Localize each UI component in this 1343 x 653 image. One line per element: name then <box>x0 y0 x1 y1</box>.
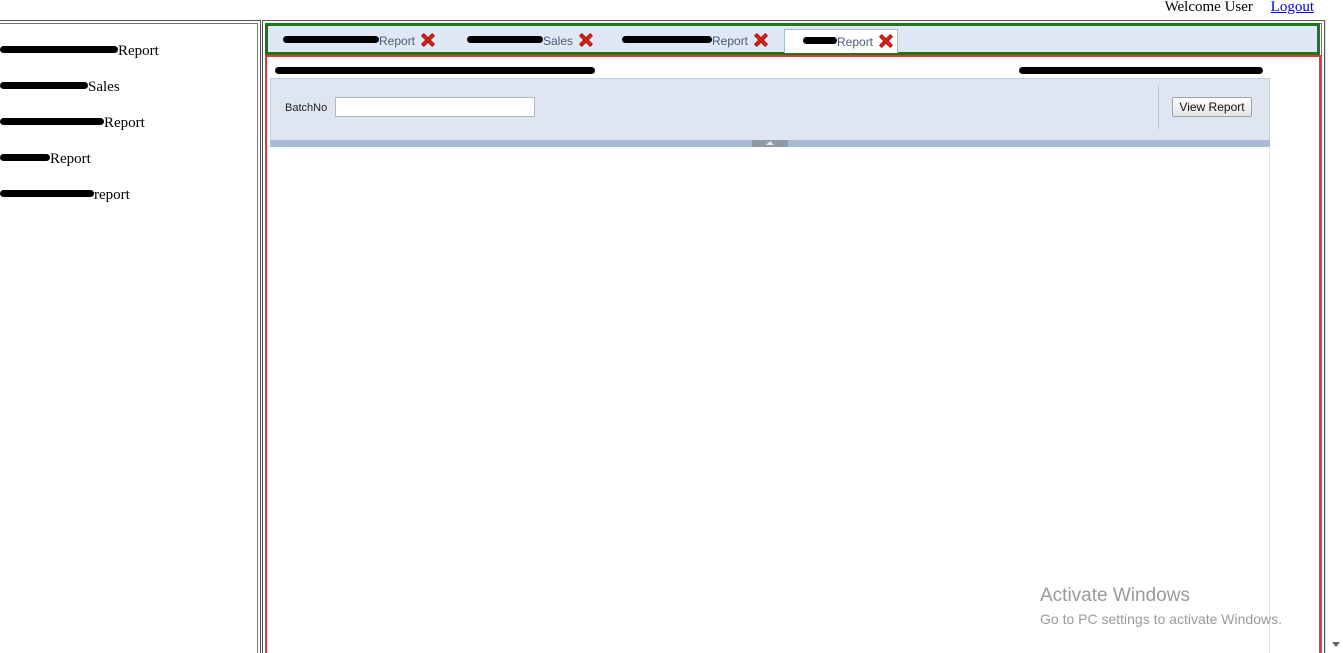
sidebar: Report Sales Report Report report <box>0 20 261 653</box>
sidebar-item-2[interactable]: Sales <box>0 78 120 96</box>
breadcrumb <box>275 61 1263 77</box>
tab-strip: Report Sales Report Report <box>265 23 1320 55</box>
tab-label: Report <box>379 34 416 48</box>
redacted-text <box>0 46 118 54</box>
redacted-text <box>0 154 50 162</box>
redacted-text <box>0 190 94 198</box>
tab-label: Report <box>837 35 874 49</box>
redacted-text <box>1019 67 1263 74</box>
sidebar-item-5[interactable]: report <box>0 186 130 204</box>
tab-3[interactable]: Report <box>622 29 768 53</box>
tab-label: Sales <box>543 34 574 48</box>
redacted-text <box>0 82 88 90</box>
close-icon[interactable] <box>421 33 435 47</box>
sidebar-item-4[interactable]: Report <box>0 150 91 168</box>
view-report-button[interactable]: View Report <box>1172 97 1252 117</box>
parameter-panel: BatchNo View Report <box>270 78 1270 141</box>
redacted-text <box>622 36 712 44</box>
watermark-title: Activate Windows <box>1040 585 1190 606</box>
scroll-down-arrow-icon[interactable] <box>1332 642 1340 647</box>
report-viewer <box>270 147 1270 653</box>
sidebar-item-label: Report <box>104 115 145 131</box>
tab-label: Report <box>712 34 749 48</box>
tab-2[interactable]: Sales <box>467 29 593 53</box>
redacted-text <box>275 67 595 74</box>
activation-watermark: Activate Windows Go to PC settings to ac… <box>1040 585 1282 629</box>
panel-divider <box>1158 85 1159 129</box>
tab-4-active[interactable]: Report <box>784 29 899 53</box>
redacted-text <box>467 36 543 44</box>
sidebar-item-3[interactable]: Report <box>0 114 145 132</box>
collapse-up-icon[interactable] <box>752 140 788 147</box>
redacted-text <box>803 37 837 45</box>
sidebar-item-label: Report <box>118 43 159 59</box>
report-content: BatchNo View Report <box>265 55 1321 653</box>
welcome-bar: Welcome User Logout <box>1164 0 1314 15</box>
close-icon[interactable] <box>879 34 893 48</box>
batchno-input[interactable] <box>335 97 535 117</box>
redacted-text <box>0 118 104 126</box>
redacted-text <box>283 36 379 44</box>
watermark-subtitle: Go to PC settings to activate Windows. <box>1040 611 1282 627</box>
batchno-label: BatchNo <box>285 102 328 114</box>
sidebar-item-label: report <box>94 187 130 203</box>
collapse-bar <box>270 140 1270 147</box>
sidebar-item-1[interactable]: Report <box>0 42 159 60</box>
tab-1[interactable]: Report <box>283 29 435 53</box>
close-icon[interactable] <box>579 33 593 47</box>
logout-link[interactable]: Logout <box>1271 0 1314 15</box>
close-icon[interactable] <box>754 33 768 47</box>
page-scrollbar[interactable] <box>1325 20 1343 653</box>
sidebar-item-label: Sales <box>88 79 120 95</box>
sidebar-item-label: Report <box>50 151 91 167</box>
welcome-text: Welcome User <box>1164 0 1253 15</box>
